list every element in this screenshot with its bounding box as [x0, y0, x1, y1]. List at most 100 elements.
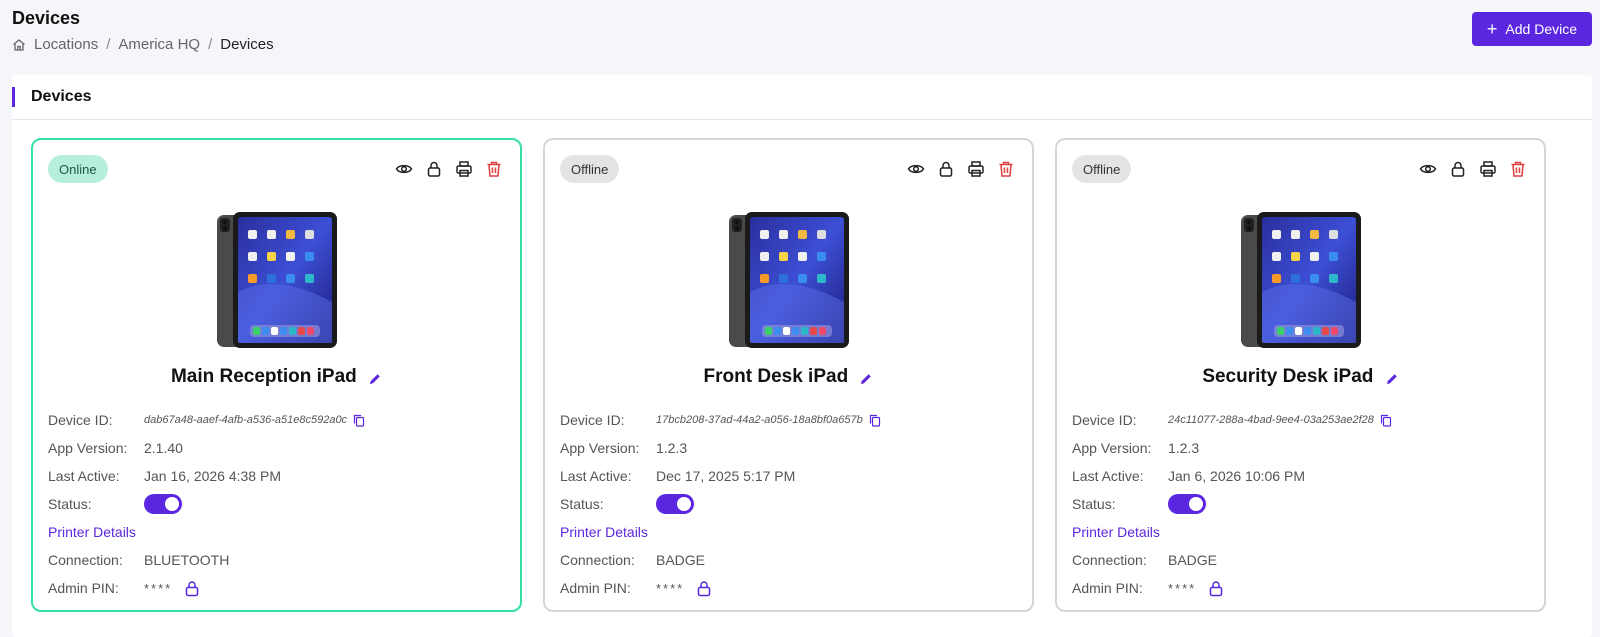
- copy-icon[interactable]: [869, 414, 881, 427]
- status-badge: Offline: [1072, 155, 1132, 183]
- add-device-button[interactable]: + Add Device: [1471, 12, 1592, 46]
- last-active-value: Jan 6, 2026 10:06 PM: [1168, 468, 1305, 484]
- admin-pin-label: Admin PIN:: [48, 580, 119, 596]
- printer-icon[interactable]: [455, 160, 473, 178]
- breadcrumb: Locations / America HQ / Devices: [12, 36, 274, 53]
- devices-panel: Devices Online Main Reception iPad Devic…: [12, 75, 1592, 637]
- status-row: Status:: [1072, 490, 1529, 518]
- status-label: Status:: [48, 496, 92, 512]
- app-version-row: App Version: 1.2.3: [560, 434, 1017, 462]
- status-toggle[interactable]: [1168, 494, 1206, 514]
- device-name: Security Desk iPad: [1057, 366, 1544, 388]
- trash-icon[interactable]: [997, 160, 1015, 178]
- status-row: Status:: [48, 490, 505, 518]
- admin-pin-label: Admin PIN:: [1072, 580, 1143, 596]
- card-actions: [907, 160, 1015, 178]
- connection-row: Connection: BADGE: [560, 546, 1017, 574]
- device-id-value: 24c11077-288a-4bad-9ee4-03a253ae2f28: [1168, 414, 1374, 426]
- connection-value: BLUETOOTH: [144, 552, 230, 568]
- device-name-text: Security Desk iPad: [1202, 366, 1374, 387]
- device-info: Device ID: 17bcb208-37ad-44a2-a056-18a8b…: [560, 406, 1017, 602]
- admin-pin-row: Admin PIN: ****: [48, 574, 505, 602]
- device-id-row: Device ID: 17bcb208-37ad-44a2-a056-18a8b…: [560, 406, 1017, 434]
- plus-icon: +: [1486, 19, 1498, 39]
- last-active-label: Last Active:: [1072, 468, 1144, 484]
- printer-icon[interactable]: [967, 160, 985, 178]
- printer-details-link[interactable]: Printer Details: [48, 524, 136, 540]
- status-toggle[interactable]: [656, 494, 694, 514]
- edit-icon[interactable]: [859, 370, 873, 384]
- admin-pin-value: ****: [656, 580, 685, 596]
- device-id-row: Device ID: 24c11077-288a-4bad-9ee4-03a25…: [1072, 406, 1529, 434]
- last-active-label: Last Active:: [48, 468, 120, 484]
- lock-icon[interactable]: [425, 160, 443, 178]
- device-id-value: dab67a48-aaef-4afb-a536-a51e8c592a0c: [144, 414, 348, 426]
- breadcrumb-locations[interactable]: Locations: [34, 36, 98, 53]
- breadcrumb-separator: /: [106, 36, 111, 53]
- edit-icon[interactable]: [1385, 370, 1399, 384]
- trash-icon[interactable]: [485, 160, 503, 178]
- add-device-label: Add Device: [1505, 21, 1577, 37]
- toggle-knob: [165, 497, 179, 511]
- connection-label: Connection:: [1072, 552, 1147, 568]
- connection-row: Connection: BADGE: [1072, 546, 1529, 574]
- last-active-row: Last Active: Jan 16, 2026 4:38 PM: [48, 462, 505, 490]
- page-title: Devices: [12, 8, 81, 28]
- status-badge: Offline: [560, 155, 620, 183]
- copy-icon[interactable]: [1380, 414, 1392, 427]
- card-actions: [395, 160, 503, 178]
- admin-pin-row: Admin PIN: ****: [1072, 574, 1529, 602]
- panel-title: Devices: [31, 88, 92, 105]
- app-version-row: App Version: 2.1.40: [48, 434, 505, 462]
- home-icon[interactable]: [12, 38, 26, 52]
- panel-accent-bar: [12, 87, 15, 107]
- connection-label: Connection:: [560, 552, 635, 568]
- app-version-value: 2.1.40: [144, 440, 183, 456]
- eye-icon[interactable]: [1419, 160, 1437, 178]
- lock-icon[interactable]: [1449, 160, 1467, 178]
- admin-pin-value: ****: [1168, 580, 1197, 596]
- last-active-label: Last Active:: [560, 468, 632, 484]
- device-name: Front Desk iPad: [545, 366, 1032, 388]
- ipad-image: [217, 212, 337, 348]
- last-active-row: Last Active: Jan 6, 2026 10:06 PM: [1072, 462, 1529, 490]
- last-active-value: Dec 17, 2025 5:17 PM: [656, 468, 796, 484]
- printer-icon[interactable]: [1479, 160, 1497, 178]
- lock-icon[interactable]: [937, 160, 955, 178]
- lock-icon[interactable]: [696, 580, 712, 597]
- edit-icon[interactable]: [368, 370, 382, 384]
- printer-details-row: Printer Details: [48, 518, 505, 546]
- device-card-1: Online Main Reception iPad Device ID: da…: [31, 138, 522, 612]
- admin-pin-label: Admin PIN:: [560, 580, 631, 596]
- toggle-knob: [677, 497, 691, 511]
- device-name-text: Main Reception iPad: [170, 366, 357, 387]
- copy-icon[interactable]: [353, 414, 365, 427]
- app-version-label: App Version:: [1072, 440, 1152, 456]
- app-version-label: App Version:: [560, 440, 640, 456]
- lock-icon[interactable]: [1208, 580, 1224, 597]
- printer-details-link[interactable]: Printer Details: [1072, 524, 1160, 540]
- breadcrumb-devices: Devices: [220, 36, 274, 53]
- printer-details-link[interactable]: Printer Details: [560, 524, 648, 540]
- trash-icon[interactable]: [1509, 160, 1527, 178]
- device-id-label: Device ID:: [48, 412, 113, 428]
- app-version-row: App Version: 1.2.3: [1072, 434, 1529, 462]
- eye-icon[interactable]: [907, 160, 925, 178]
- eye-icon[interactable]: [395, 160, 413, 178]
- status-toggle[interactable]: [144, 494, 182, 514]
- breadcrumb-america-hq[interactable]: America HQ: [118, 36, 200, 53]
- lock-icon[interactable]: [184, 580, 200, 597]
- app-version-label: App Version:: [48, 440, 128, 456]
- ipad-image: [729, 212, 849, 348]
- app-version-value: 1.2.3: [656, 440, 688, 456]
- admin-pin-value: ****: [144, 580, 173, 596]
- status-label: Status:: [1072, 496, 1116, 512]
- printer-details-row: Printer Details: [1072, 518, 1529, 546]
- connection-row: Connection: BLUETOOTH: [48, 546, 505, 574]
- page-header: Devices Locations / America HQ / Devices…: [12, 6, 1592, 64]
- printer-details-row: Printer Details: [560, 518, 1017, 546]
- connection-value: BADGE: [656, 552, 706, 568]
- admin-pin-row: Admin PIN: ****: [560, 574, 1017, 602]
- device-cards: Online Main Reception iPad Device ID: da…: [31, 138, 1546, 612]
- device-id-label: Device ID:: [1072, 412, 1137, 428]
